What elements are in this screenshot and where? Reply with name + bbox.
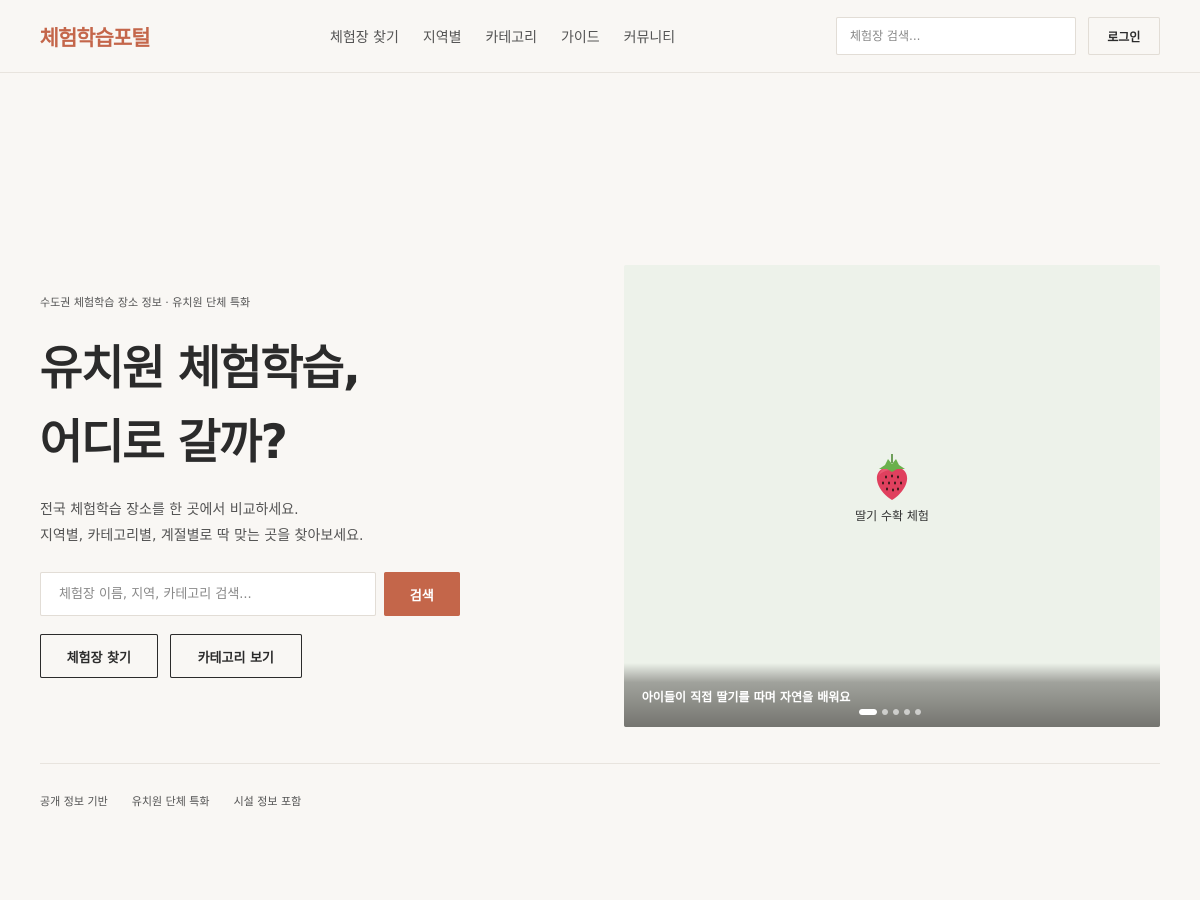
hero-description: 전국 체험학습 장소를 한 곳에서 비교하세요. 지역별, 카테고리별, 계절별…	[40, 497, 363, 549]
slider-dot-4[interactable]	[904, 709, 910, 715]
hero-desc-line-2: 지역별, 카테고리별, 계절별로 딱 맞는 곳을 찾아보세요.	[40, 528, 364, 544]
slider-dot-2[interactable]	[882, 709, 888, 715]
site-header: 체험학습포털 체험장 찾기 지역별 카테고리 가이드 커뮤니티 로그인	[0, 0, 1200, 73]
section-divider	[40, 763, 1160, 764]
slide-caption: 아이들이 직접 딸기를 따며 자연을 배워요	[642, 690, 851, 704]
hero-title: 유치원 체험학습, 어디로 갈까?	[40, 332, 361, 480]
slider-dots	[859, 709, 921, 715]
nav-item-find[interactable]: 체험장 찾기	[330, 27, 399, 47]
slider-dot-1[interactable]	[859, 709, 877, 715]
hero-desc-line-1: 전국 체험학습 장소를 한 곳에서 비교하세요.	[40, 502, 299, 518]
header-search-input[interactable]	[836, 17, 1076, 55]
view-category-button[interactable]: 카테고리 보기	[170, 634, 302, 678]
hero-title-line-1: 유치원 체험학습,	[40, 341, 361, 396]
hero-slider[interactable]: 딸기 수확 체험 아이들이 직접 딸기를 따며 자연을 배워요	[624, 265, 1160, 727]
hero-search-input[interactable]	[40, 572, 376, 616]
find-venue-button[interactable]: 체험장 찾기	[40, 634, 158, 678]
strawberry-icon	[876, 454, 908, 500]
feature-list: 공개 정보 기반 유치원 단체 특화 시설 정보 포함	[40, 793, 301, 809]
nav-item-category[interactable]: 카테고리	[486, 27, 538, 47]
feature-facility-info: 시설 정보 포함	[233, 795, 302, 808]
feature-kindergarten: 유치원 단체 특화	[131, 795, 210, 808]
slider-dot-3[interactable]	[893, 709, 899, 715]
hero-search-button[interactable]: 검색	[384, 572, 460, 616]
feature-public-info: 공개 정보 기반	[40, 795, 108, 808]
login-button[interactable]: 로그인	[1088, 17, 1160, 55]
main-nav: 체험장 찾기 지역별 카테고리 가이드 커뮤니티	[330, 27, 675, 47]
nav-item-community[interactable]: 커뮤니티	[624, 27, 676, 47]
slider-dot-5[interactable]	[915, 709, 921, 715]
nav-item-guide[interactable]: 가이드	[561, 27, 600, 47]
site-logo[interactable]: 체험학습포털	[40, 22, 151, 52]
nav-item-region[interactable]: 지역별	[423, 27, 462, 47]
hero-title-line-2: 어디로 갈까?	[40, 415, 288, 470]
slide-label: 딸기 수확 체험	[855, 509, 929, 523]
hero-eyebrow: 수도권 체험학습 장소 정보 · 유치원 단체 특화	[40, 296, 251, 309]
